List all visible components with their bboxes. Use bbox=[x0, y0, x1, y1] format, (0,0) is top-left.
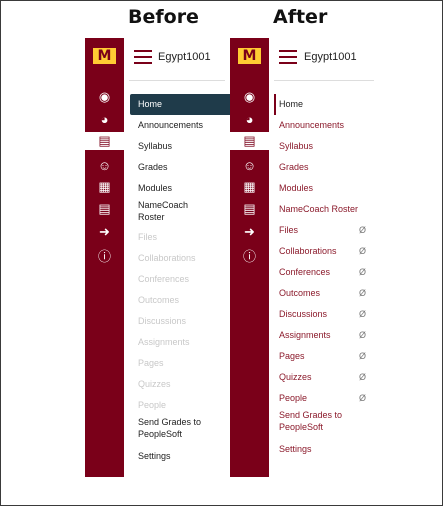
account-icon[interactable]: ◉ bbox=[230, 88, 269, 106]
help-icon[interactable]: ⓘ bbox=[230, 246, 269, 264]
course-nav-before: Home Announcements Syllabus Grades Modul… bbox=[130, 94, 232, 467]
nav-item-syllabus[interactable]: Syllabus bbox=[279, 136, 372, 157]
nav-item-modules[interactable]: Modules bbox=[138, 178, 230, 199]
account-icon[interactable]: ◉ bbox=[85, 88, 124, 106]
nav-item-label: Quizzes bbox=[279, 372, 312, 382]
inbox-icon[interactable]: ▤ bbox=[230, 200, 269, 218]
nav-item-pages: Pages bbox=[138, 358, 164, 368]
eye-slash-icon: Ø bbox=[358, 309, 366, 319]
commons-icon[interactable]: ➜ bbox=[230, 223, 269, 241]
nav-item-home[interactable]: Home bbox=[274, 94, 372, 115]
hamburger-menu-icon[interactable] bbox=[279, 50, 297, 64]
eye-slash-icon: Ø bbox=[358, 246, 366, 256]
university-logo[interactable]: M bbox=[238, 48, 261, 64]
help-icon[interactable]: ⓘ bbox=[85, 246, 124, 264]
nav-item-quizzes: Quizzes bbox=[138, 379, 171, 389]
eye-slash-icon: Ø bbox=[358, 267, 366, 277]
nav-item-files: Files bbox=[138, 232, 158, 242]
nav-item-settings[interactable]: Settings bbox=[138, 446, 230, 467]
eye-slash-icon: Ø bbox=[358, 393, 366, 403]
nav-item-label: Conferences bbox=[279, 267, 331, 277]
eye-slash-icon: Ø bbox=[358, 330, 366, 340]
global-nav-rail-after: M ◉ ◕ ▤ ☺ ▦ ▤ ➜ ⓘ bbox=[230, 38, 269, 477]
nav-item-files[interactable]: Files Ø bbox=[279, 220, 372, 241]
nav-item-namecoach[interactable]: NameCoach bbox=[138, 199, 230, 211]
nav-item-send-grades[interactable]: Send Grades to bbox=[138, 416, 230, 428]
header-divider bbox=[129, 80, 225, 81]
nav-item-label: Pages bbox=[279, 351, 305, 361]
nav-item-send-grades[interactable]: Send Grades to bbox=[279, 409, 372, 421]
nav-item-outcomes: Outcomes bbox=[138, 295, 180, 305]
courses-icon[interactable]: ▤ bbox=[85, 132, 124, 150]
nav-item-label: Files bbox=[279, 225, 299, 235]
header-divider bbox=[274, 80, 374, 81]
groups-icon[interactable]: ☺ bbox=[230, 156, 269, 174]
calendar-icon[interactable]: ▦ bbox=[85, 178, 124, 196]
calendar-icon[interactable]: ▦ bbox=[230, 178, 269, 196]
nav-item-collaborations[interactable]: Collaborations Ø bbox=[279, 241, 372, 262]
global-nav-rail-before: M ◉ ◕ ▤ ☺ ▦ ▤ ➜ ⓘ bbox=[85, 38, 124, 477]
nav-item-discussions: Discussions bbox=[138, 316, 187, 326]
nav-item-syllabus[interactable]: Syllabus bbox=[138, 136, 230, 157]
nav-item-label: People bbox=[279, 393, 308, 403]
eye-slash-icon: Ø bbox=[358, 372, 366, 382]
before-heading: Before bbox=[128, 6, 199, 28]
nav-item-home[interactable]: Home bbox=[130, 94, 232, 115]
after-heading: After bbox=[273, 6, 328, 28]
hamburger-menu-icon[interactable] bbox=[134, 50, 152, 64]
nav-item-namecoach-roster[interactable]: NameCoach Roster bbox=[279, 199, 372, 220]
nav-item-assignments: Assignments bbox=[138, 337, 190, 347]
course-breadcrumb[interactable]: Egypt1001 bbox=[304, 51, 357, 63]
eye-slash-icon: Ø bbox=[358, 288, 366, 298]
inbox-icon[interactable]: ▤ bbox=[85, 200, 124, 218]
nav-item-outcomes[interactable]: Outcomes Ø bbox=[279, 283, 372, 304]
dashboard-icon[interactable]: ◕ bbox=[85, 110, 124, 128]
nav-item-label: Assignments bbox=[279, 330, 331, 340]
nav-item-settings[interactable]: Settings bbox=[279, 439, 372, 460]
eye-slash-icon: Ø bbox=[358, 225, 366, 235]
nav-item-discussions[interactable]: Discussions Ø bbox=[279, 304, 372, 325]
nav-item-conferences: Conferences bbox=[138, 274, 190, 284]
nav-item-quizzes[interactable]: Quizzes Ø bbox=[279, 367, 372, 388]
nav-item-grades[interactable]: Grades bbox=[138, 157, 230, 178]
nav-item-pages[interactable]: Pages Ø bbox=[279, 346, 372, 367]
nav-item-people: People bbox=[138, 400, 167, 410]
nav-item-announcements[interactable]: Announcements bbox=[138, 115, 230, 136]
nav-item-collaborations: Collaborations bbox=[138, 253, 196, 263]
nav-item-assignments[interactable]: Assignments Ø bbox=[279, 325, 372, 346]
eye-slash-icon: Ø bbox=[358, 351, 366, 361]
nav-item-grades[interactable]: Grades bbox=[279, 157, 372, 178]
course-breadcrumb[interactable]: Egypt1001 bbox=[158, 51, 211, 63]
course-nav-after: Home Announcements Syllabus Grades Modul… bbox=[274, 94, 372, 460]
nav-item-label: Outcomes bbox=[279, 288, 321, 298]
nav-item-announcements[interactable]: Announcements bbox=[279, 115, 372, 136]
courses-icon[interactable]: ▤ bbox=[230, 132, 269, 150]
nav-item-people[interactable]: People Ø bbox=[279, 388, 372, 409]
nav-item-label: Discussions bbox=[279, 309, 328, 319]
nav-item-peoplesoft[interactable]: PeopleSoft bbox=[138, 428, 230, 446]
university-logo[interactable]: M bbox=[93, 48, 116, 64]
nav-item-label: Collaborations bbox=[279, 246, 337, 256]
nav-item-peoplesoft[interactable]: PeopleSoft bbox=[279, 421, 372, 439]
nav-item-modules[interactable]: Modules bbox=[279, 178, 372, 199]
nav-item-roster[interactable]: Roster bbox=[138, 211, 230, 227]
nav-item-conferences[interactable]: Conferences Ø bbox=[279, 262, 372, 283]
commons-icon[interactable]: ➜ bbox=[85, 223, 124, 241]
groups-icon[interactable]: ☺ bbox=[85, 156, 124, 174]
dashboard-icon[interactable]: ◕ bbox=[230, 110, 269, 128]
